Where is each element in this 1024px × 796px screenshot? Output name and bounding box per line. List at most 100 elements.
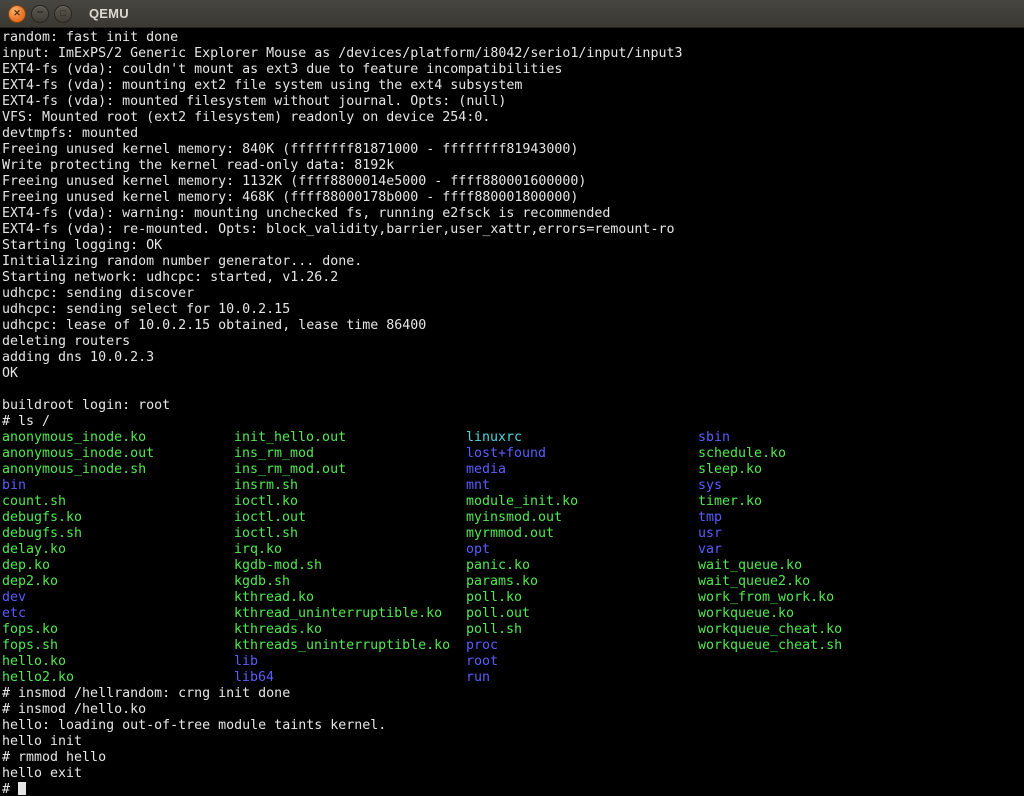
console-line: # insmod /hellrandom: crng init done bbox=[2, 686, 1024, 702]
ls-entry: linuxrc bbox=[466, 430, 698, 446]
console-line: input: ImExPS/2 Generic Explorer Mouse a… bbox=[2, 46, 1024, 62]
console-line: # ls / bbox=[2, 414, 1024, 430]
console-line: EXT4-fs (vda): warning: mounting uncheck… bbox=[2, 206, 1024, 222]
console-line: udhcpc: sending discover bbox=[2, 286, 1024, 302]
ls-entry: poll.sh bbox=[466, 622, 698, 638]
ls-entry: proc bbox=[466, 638, 698, 654]
ls-entry: workqueue_cheat.ko bbox=[698, 622, 930, 638]
console-line: devtmpfs: mounted bbox=[2, 126, 1024, 142]
ls-entry: insrm.sh bbox=[234, 478, 466, 494]
ls-entry: dev bbox=[2, 590, 234, 606]
ls-entry: ins_rm_mod.out bbox=[234, 462, 466, 478]
ls-entry: ioctl.out bbox=[234, 510, 466, 526]
console-line: EXT4-fs (vda): mounting ext2 file system… bbox=[2, 78, 1024, 94]
ls-entry: params.ko bbox=[466, 574, 698, 590]
console-line: random: fast init done bbox=[2, 30, 1024, 46]
ls-entry: wait_queue.ko bbox=[698, 558, 930, 574]
ls-entry: lib bbox=[234, 654, 466, 670]
ls-entry: fops.ko bbox=[2, 622, 234, 638]
ls-entry: root bbox=[466, 654, 698, 670]
console-line: Write protecting the kernel read-only da… bbox=[2, 158, 1024, 174]
ls-entry: kthreads_uninterruptible.ko bbox=[234, 638, 466, 654]
ls-entry: irq.ko bbox=[234, 542, 466, 558]
ls-entry: anonymous_inode.out bbox=[2, 446, 234, 462]
ls-column: linuxrclost+foundmediamntmodule_init.kom… bbox=[466, 430, 698, 686]
ls-entry: myrmmod.out bbox=[466, 526, 698, 542]
qemu-window: QEMU random: fast init doneinput: ImExPS… bbox=[0, 0, 1024, 796]
ls-entry: sys bbox=[698, 478, 930, 494]
ls-entry: tmp bbox=[698, 510, 930, 526]
ls-entry: workqueue_cheat.sh bbox=[698, 638, 930, 654]
ls-entry: run bbox=[466, 670, 698, 686]
ls-column: anonymous_inode.koanonymous_inode.outano… bbox=[2, 430, 234, 686]
ls-entry: delay.ko bbox=[2, 542, 234, 558]
ls-entry: lost+found bbox=[466, 446, 698, 462]
ls-entry: var bbox=[698, 542, 930, 558]
terminal-screen[interactable]: random: fast init doneinput: ImExPS/2 Ge… bbox=[0, 28, 1024, 796]
ls-entry: debugfs.ko bbox=[2, 510, 234, 526]
console-line: adding dns 10.0.2.3 bbox=[2, 350, 1024, 366]
console-line: EXT4-fs (vda): mounted filesystem withou… bbox=[2, 94, 1024, 110]
ls-entry: sleep.ko bbox=[698, 462, 930, 478]
ls-entry: timer.ko bbox=[698, 494, 930, 510]
ls-entry: init_hello.out bbox=[234, 430, 466, 446]
ls-entry: ins_rm_mod bbox=[234, 446, 466, 462]
ls-entry: bin bbox=[2, 478, 234, 494]
ls-column: sbinschedule.kosleep.kosystimer.kotmpusr… bbox=[698, 430, 930, 686]
ls-entry: kgdb-mod.sh bbox=[234, 558, 466, 574]
console-line: # rmmod hello bbox=[2, 750, 1024, 766]
titlebar[interactable]: QEMU bbox=[0, 0, 1024, 28]
ls-entry: media bbox=[466, 462, 698, 478]
ls-entry: kthreads.ko bbox=[234, 622, 466, 638]
ls-entry: workqueue.ko bbox=[698, 606, 930, 622]
ls-entry: lib64 bbox=[234, 670, 466, 686]
ls-entry: usr bbox=[698, 526, 930, 542]
ls-entry: kgdb.sh bbox=[234, 574, 466, 590]
ls-entry: kthread_uninterruptible.ko bbox=[234, 606, 466, 622]
console-line: EXT4-fs (vda): re-mounted. Opts: block_v… bbox=[2, 222, 1024, 238]
console-line: hello exit bbox=[2, 766, 1024, 782]
prompt-text: # bbox=[2, 782, 18, 796]
ls-entry: work_from_work.ko bbox=[698, 590, 930, 606]
ls-entry: poll.out bbox=[466, 606, 698, 622]
console-line: Initializing random number generator... … bbox=[2, 254, 1024, 270]
console-line: hello: loading out-of-tree module taints… bbox=[2, 718, 1024, 734]
console-line: deleting routers bbox=[2, 334, 1024, 350]
ls-entry: dep.ko bbox=[2, 558, 234, 574]
ls-entry: ioctl.ko bbox=[234, 494, 466, 510]
ls-entry: opt bbox=[466, 542, 698, 558]
console-line: buildroot login: root bbox=[2, 398, 1024, 414]
ls-entry: etc bbox=[2, 606, 234, 622]
ls-entry: anonymous_inode.sh bbox=[2, 462, 234, 478]
ls-entry: debugfs.sh bbox=[2, 526, 234, 542]
console-line: OK bbox=[2, 366, 1024, 382]
ls-entry: module_init.ko bbox=[466, 494, 698, 510]
console-line: hello init bbox=[2, 734, 1024, 750]
console-line: # insmod /hello.ko bbox=[2, 702, 1024, 718]
minimize-button[interactable] bbox=[31, 5, 49, 23]
console-line: Starting network: udhcpc: started, v1.26… bbox=[2, 270, 1024, 286]
ls-entry: sbin bbox=[698, 430, 930, 446]
window-title: QEMU bbox=[89, 6, 129, 21]
ls-entry: wait_queue2.ko bbox=[698, 574, 930, 590]
console-line bbox=[2, 382, 1024, 398]
text-cursor bbox=[18, 782, 26, 795]
maximize-button[interactable] bbox=[54, 5, 72, 23]
close-button[interactable] bbox=[8, 5, 26, 23]
ls-entry: hello.ko bbox=[2, 654, 234, 670]
ls-entry: anonymous_inode.ko bbox=[2, 430, 234, 446]
ls-entry: kthread.ko bbox=[234, 590, 466, 606]
ls-column: init_hello.outins_rm_modins_rm_mod.outin… bbox=[234, 430, 466, 686]
console-line: Starting logging: OK bbox=[2, 238, 1024, 254]
console-line: VFS: Mounted root (ext2 filesystem) read… bbox=[2, 110, 1024, 126]
console-line: Freeing unused kernel memory: 468K (ffff… bbox=[2, 190, 1024, 206]
console-line: EXT4-fs (vda): couldn't mount as ext3 du… bbox=[2, 62, 1024, 78]
ls-entry: dep2.ko bbox=[2, 574, 234, 590]
ls-entry: hello2.ko bbox=[2, 670, 234, 686]
ls-entry: schedule.ko bbox=[698, 446, 930, 462]
ls-entry: poll.ko bbox=[466, 590, 698, 606]
ls-entry: ioctl.sh bbox=[234, 526, 466, 542]
ls-entry: myinsmod.out bbox=[466, 510, 698, 526]
console-line: Freeing unused kernel memory: 1132K (fff… bbox=[2, 174, 1024, 190]
ls-entry: mnt bbox=[466, 478, 698, 494]
